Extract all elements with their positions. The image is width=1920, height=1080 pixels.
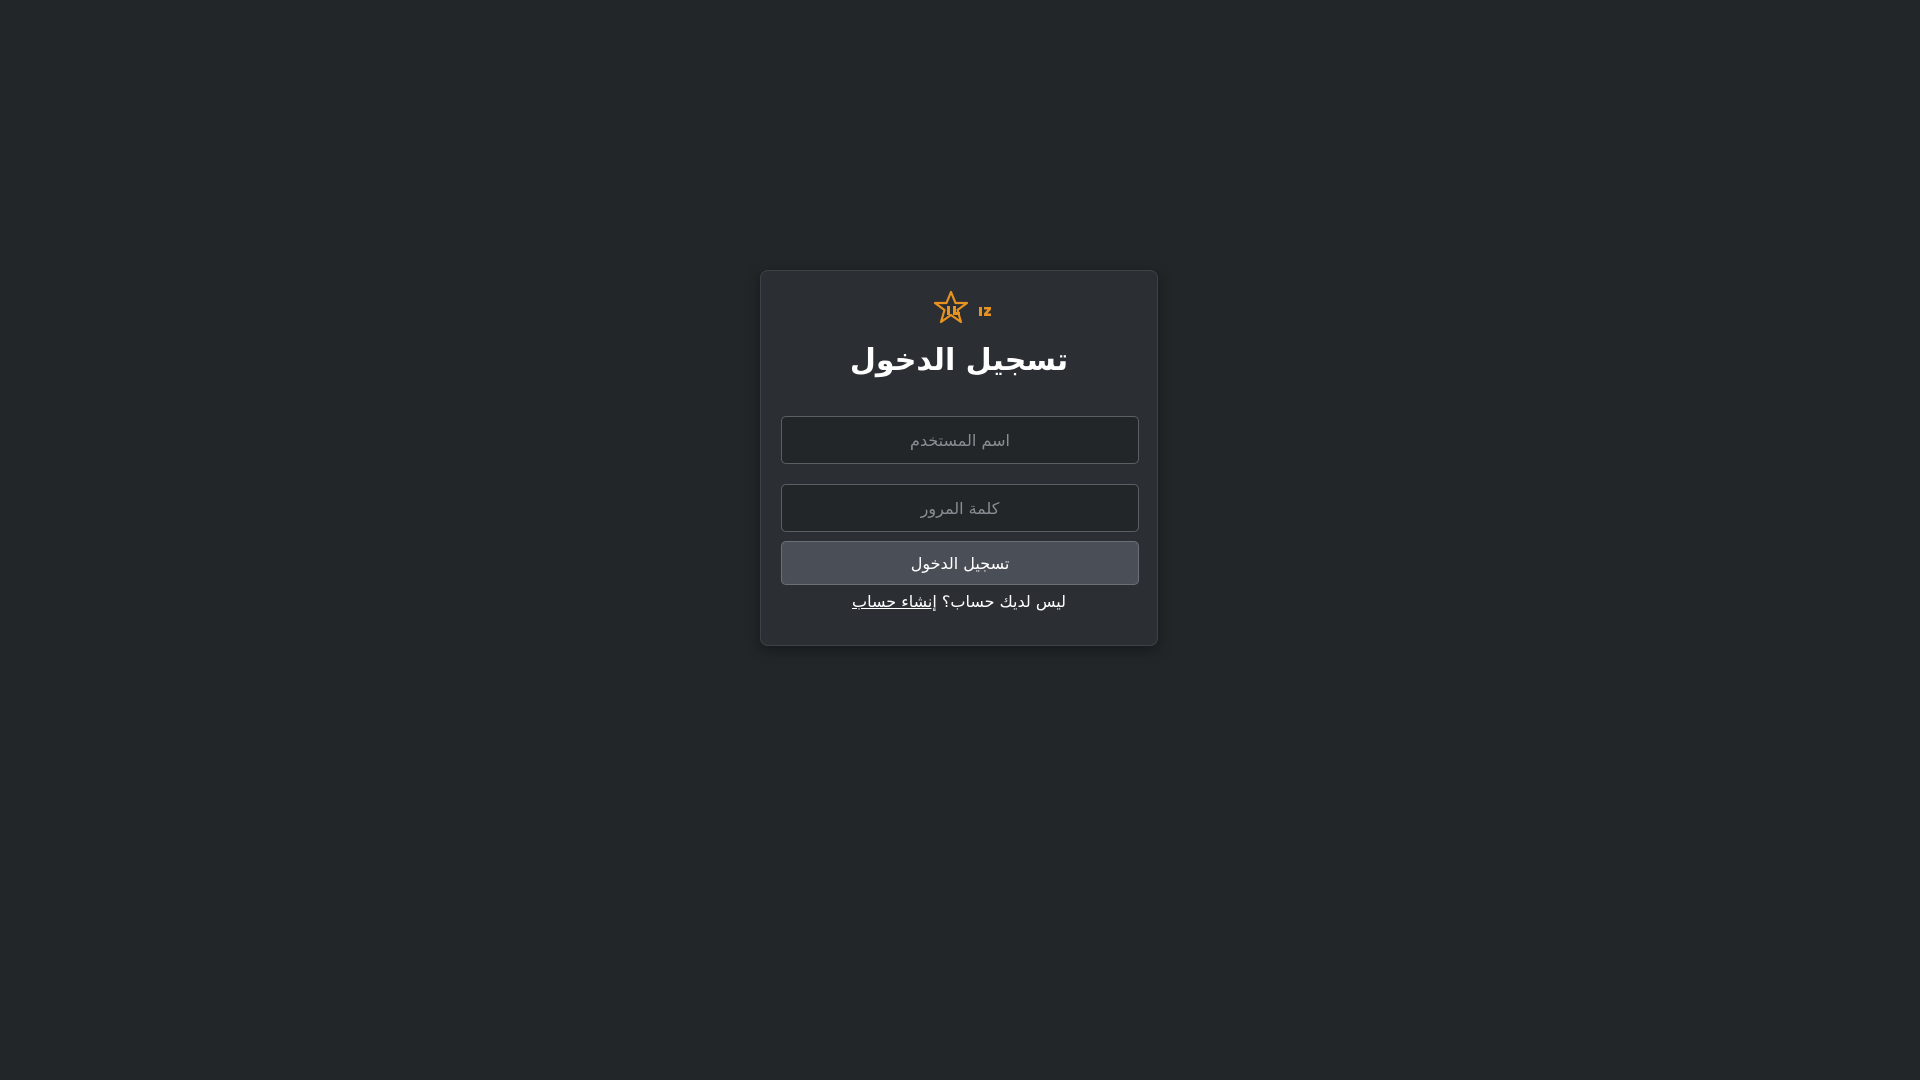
username-input[interactable]: [781, 416, 1139, 464]
signup-row: ليس لديك حساب؟ إنشاء حساب: [761, 592, 1157, 612]
login-button[interactable]: تسجيل الدخول: [781, 541, 1139, 585]
login-card: تسجيل الدخول تسجيل الدخول ليس لديك حساب؟…: [760, 270, 1158, 646]
star-logo-icon: [933, 290, 991, 324]
password-input[interactable]: [781, 484, 1139, 532]
login-page: تسجيل الدخول تسجيل الدخول ليس لديك حساب؟…: [0, 0, 1920, 1080]
signup-prompt: ليس لديك حساب؟: [941, 592, 1066, 611]
signup-link[interactable]: إنشاء حساب: [852, 592, 937, 611]
page-title: تسجيل الدخول: [849, 343, 1069, 378]
